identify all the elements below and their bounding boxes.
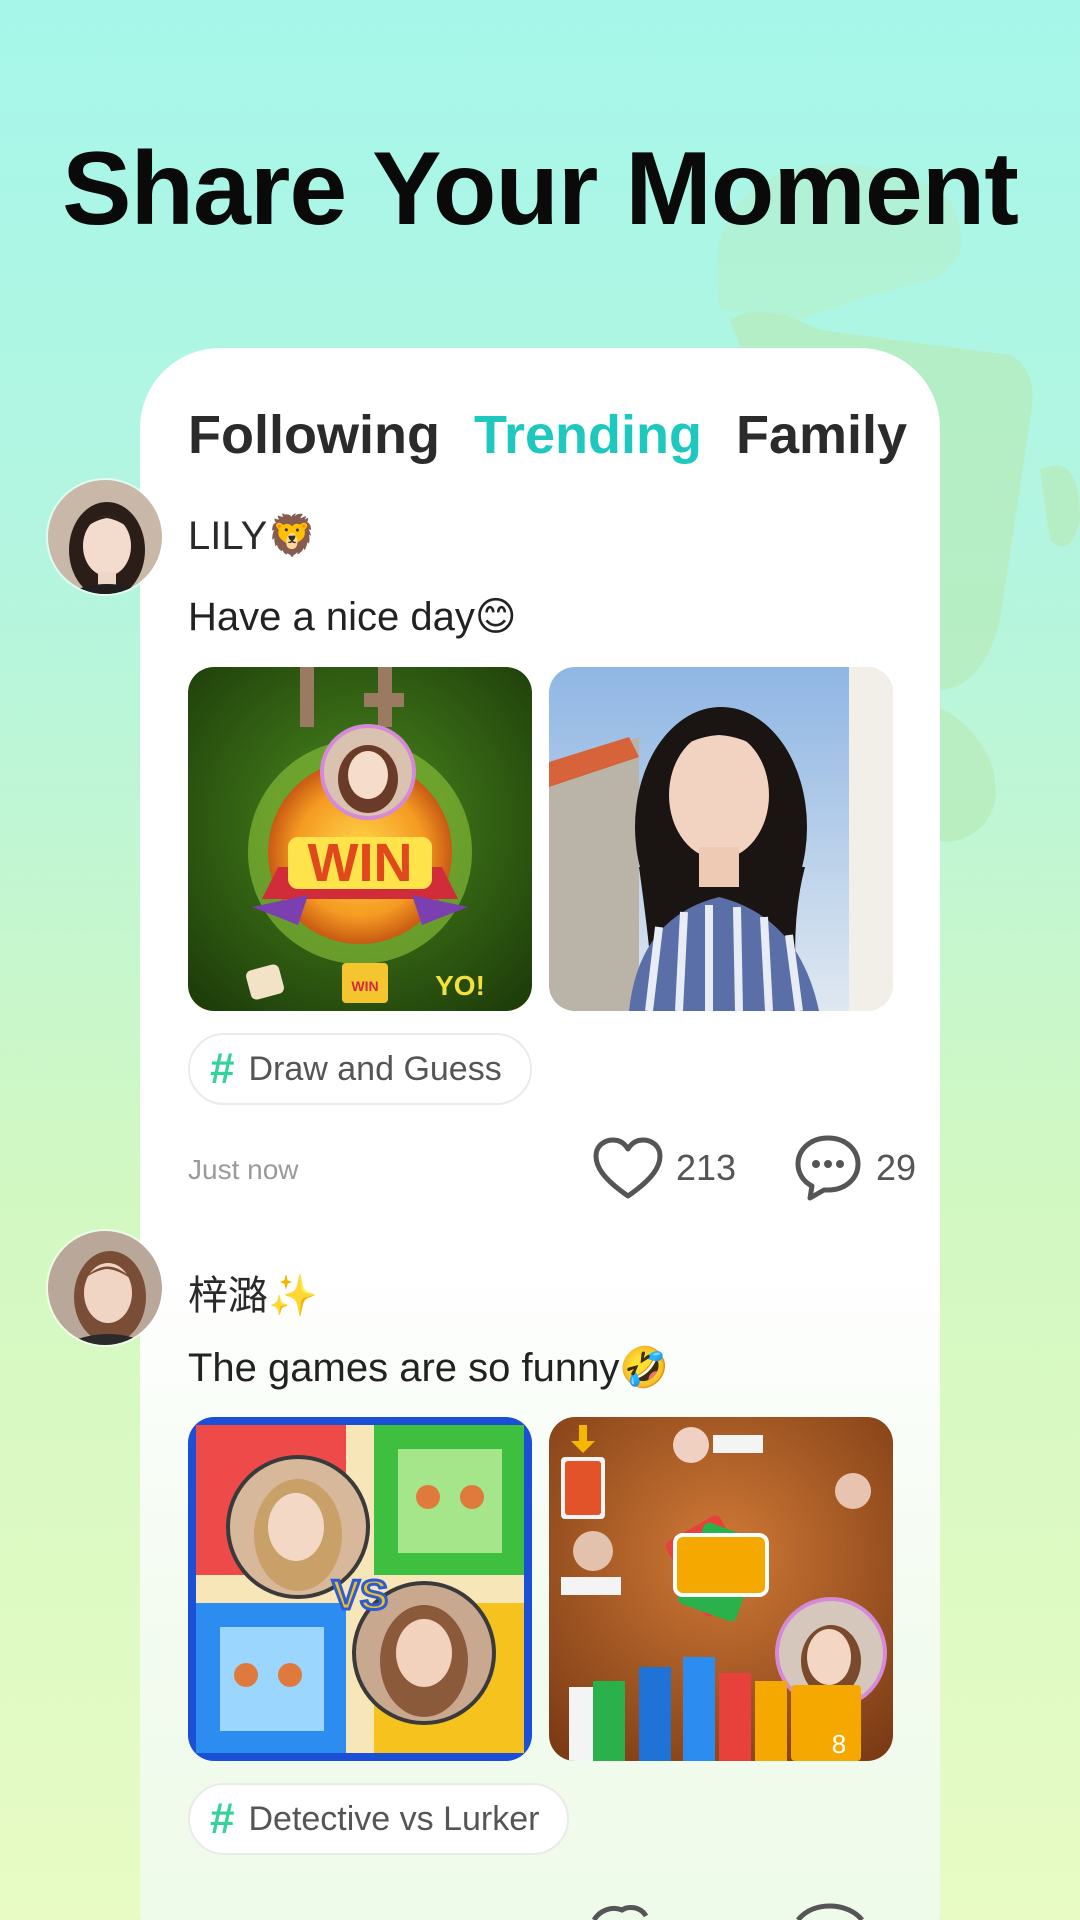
post-1-time: Just now bbox=[188, 1154, 299, 1185]
heart-icon bbox=[593, 1137, 663, 1199]
post-2-text: The games are so funny🤣 bbox=[188, 1346, 670, 1390]
tab-family[interactable]: Family bbox=[736, 404, 907, 466]
post-2-action-icons-partial bbox=[591, 1903, 864, 1920]
post-1-text: Have a nice day😊 bbox=[188, 595, 517, 639]
svg-text:WIN: WIN bbox=[308, 833, 413, 893]
svg-text:YO!: YO! bbox=[435, 970, 485, 1001]
post-1-tag-label: Draw and Guess bbox=[248, 1049, 502, 1088]
post-1-comment-button[interactable]: 29 bbox=[792, 1132, 916, 1204]
post-1-topic-tag[interactable]: # Draw and Guess bbox=[188, 1033, 532, 1105]
post-2-photo-uno[interactable]: 8 bbox=[549, 1417, 893, 1761]
post-1-like-button[interactable]: 213 bbox=[592, 1136, 736, 1200]
post-2-tag-label: Detective vs Lurker bbox=[248, 1799, 540, 1838]
hashtag-icon: # bbox=[210, 1044, 235, 1093]
post-1-like-count: 213 bbox=[676, 1147, 737, 1188]
post-2-avatar[interactable] bbox=[46, 1229, 164, 1347]
comment-bubble-icon bbox=[795, 1135, 861, 1201]
post-1-photo-selfie[interactable] bbox=[549, 667, 893, 1011]
svg-text:WIN: WIN bbox=[351, 978, 378, 994]
svg-text:VS: VS bbox=[332, 1571, 388, 1618]
post-2-photo-ludo[interactable]: VS bbox=[188, 1417, 532, 1761]
post-1-avatar[interactable] bbox=[46, 478, 164, 596]
hashtag-icon: # bbox=[210, 1794, 235, 1843]
feed-tabs: Following Trending Family bbox=[188, 404, 907, 466]
post-2-username[interactable]: 梓潞✨ bbox=[188, 1263, 318, 1321]
tab-following[interactable]: Following bbox=[188, 404, 440, 466]
post-1-comment-count: 29 bbox=[876, 1147, 917, 1188]
tab-trending[interactable]: Trending bbox=[474, 404, 702, 466]
page-headline: Share Your Moment bbox=[62, 131, 1019, 247]
post-2-topic-tag[interactable]: # Detective vs Lurker bbox=[188, 1783, 570, 1855]
post-1-username[interactable]: LILY🦁 bbox=[188, 512, 317, 559]
post-1-photo-game-win[interactable]: WIN WIN YO! bbox=[188, 667, 532, 1011]
svg-text:8: 8 bbox=[832, 1729, 846, 1759]
